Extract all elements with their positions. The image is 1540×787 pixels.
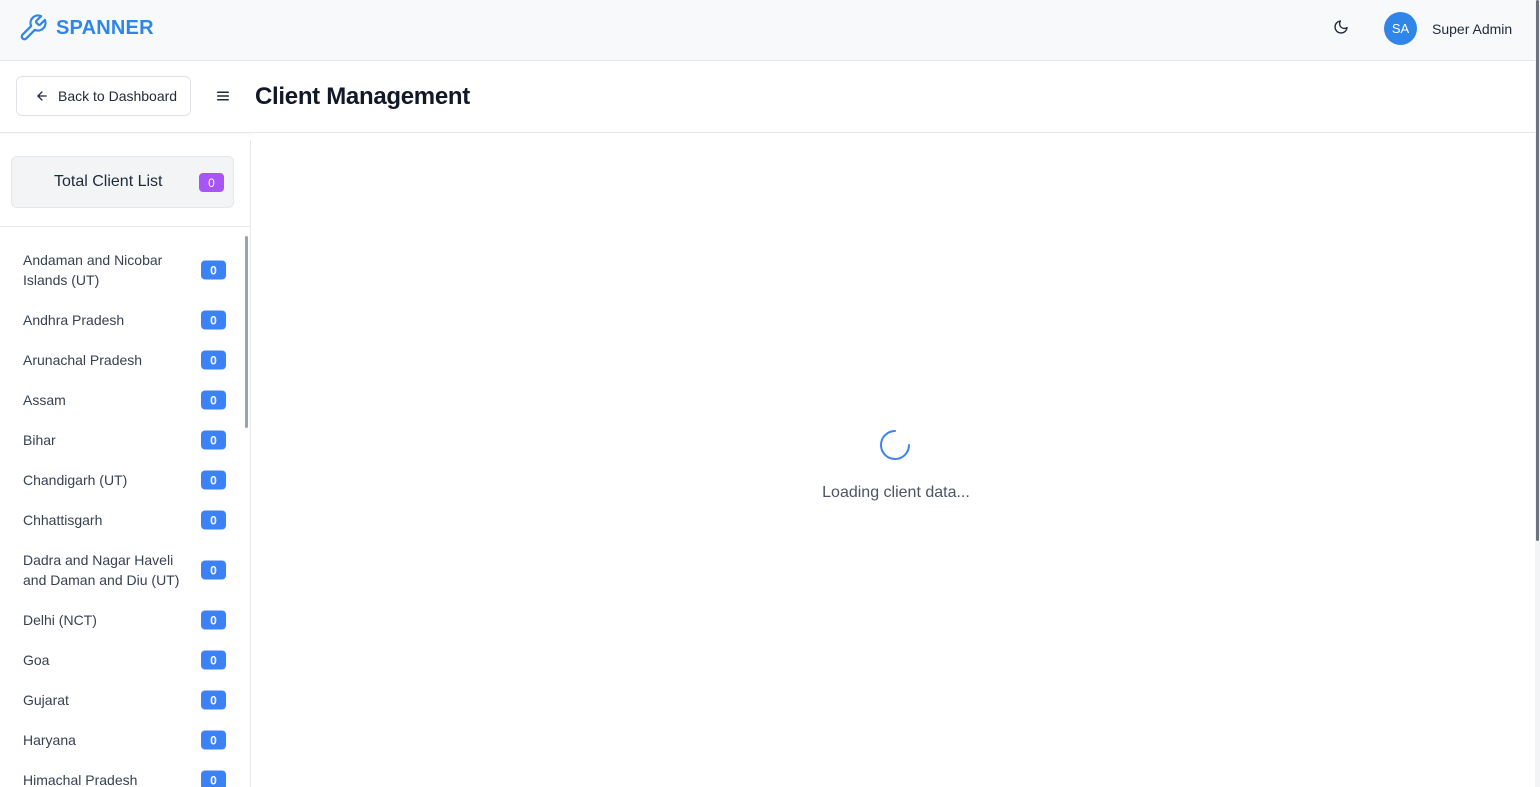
state-name: Andhra Pradesh [23,312,125,328]
hamburger-menu-icon [214,87,232,105]
list-item[interactable]: Chhattisgarh 0 [0,500,244,540]
list-item[interactable]: Assam 0 [0,380,244,420]
arrow-left-icon [35,89,49,103]
state-count-badge: 0 [201,730,226,750]
state-count-badge: 0 [201,350,226,370]
page-title: Client Management [255,83,470,110]
list-item[interactable]: Dadra and Nagar Haveli and Daman and Diu… [0,540,244,600]
state-name: Chandigarh (UT) [23,472,128,488]
list-item[interactable]: Goa 0 [0,640,244,680]
list-item[interactable]: Andaman and Nicobar Islands (UT) 0 [0,240,244,300]
state-count-badge: 0 [201,470,226,490]
theme-toggle-button[interactable] [1330,18,1352,40]
total-client-list-label: Total Client List [54,173,163,190]
window-scrollbar-thumb[interactable] [1536,0,1539,541]
list-item[interactable]: Gujarat 0 [0,680,244,720]
list-item[interactable]: Arunachal Pradesh 0 [0,340,244,380]
state-count-badge: 0 [201,690,226,710]
user-avatar[interactable]: SA [1384,12,1417,45]
state-name: Gujarat [23,692,69,708]
state-count-badge: 0 [201,260,226,280]
main-content: Loading client data... [252,133,1537,787]
state-count-badge: 0 [201,560,226,580]
state-name: Chhattisgarh [23,512,103,528]
page-header: Back to Dashboard Client Management [0,61,1540,133]
list-item[interactable]: Himachal Pradesh 0 [0,760,244,787]
user-name[interactable]: Super Admin [1432,21,1512,37]
loading-text: Loading client data... [822,484,970,501]
state-count-badge: 0 [201,510,226,530]
state-name: Dadra and Nagar Haveli and Daman and Diu… [23,552,180,588]
total-client-list-item[interactable]: Total Client List 0 [11,156,234,208]
list-item[interactable]: Bihar 0 [0,420,244,460]
state-name: Assam [23,392,66,408]
state-sidebar: Total Client List 0 Andaman and Nicobar … [0,140,251,787]
back-button-label: Back to Dashboard [58,88,178,104]
state-list: Andaman and Nicobar Islands (UT) 0 Andhr… [0,240,244,787]
sidebar-divider [0,226,250,227]
state-name: Goa [23,652,50,668]
brand-name: SPANNER [56,16,154,39]
state-count-badge: 0 [201,310,226,330]
loading-spinner-icon [879,429,911,461]
state-count-badge: 0 [201,650,226,670]
state-count-badge: 0 [201,430,226,450]
total-count-badge: 0 [199,173,224,192]
list-item[interactable]: Andhra Pradesh 0 [0,300,244,340]
hamburger-menu-button[interactable] [214,87,232,105]
state-count-badge: 0 [201,610,226,630]
list-item[interactable]: Chandigarh (UT) 0 [0,460,244,500]
state-name: Haryana [23,732,76,748]
top-navbar: SPANNER SA Super Admin [0,0,1540,61]
brand-logo[interactable]: SPANNER [18,13,154,43]
state-name: Delhi (NCT) [23,612,97,628]
list-item[interactable]: Haryana 0 [0,720,244,760]
back-to-dashboard-button[interactable]: Back to Dashboard [16,76,191,116]
wrench-icon [18,13,48,43]
state-name: Bihar [23,432,56,448]
state-name: Arunachal Pradesh [23,352,143,368]
state-count-badge: 0 [201,390,226,410]
state-name: Himachal Pradesh [23,772,138,787]
list-item[interactable]: Delhi (NCT) 0 [0,600,244,640]
state-name: Andaman and Nicobar Islands (UT) [23,252,163,288]
sidebar-scrollbar[interactable] [245,236,248,428]
moon-icon [1333,19,1349,40]
state-count-badge: 0 [201,770,226,787]
